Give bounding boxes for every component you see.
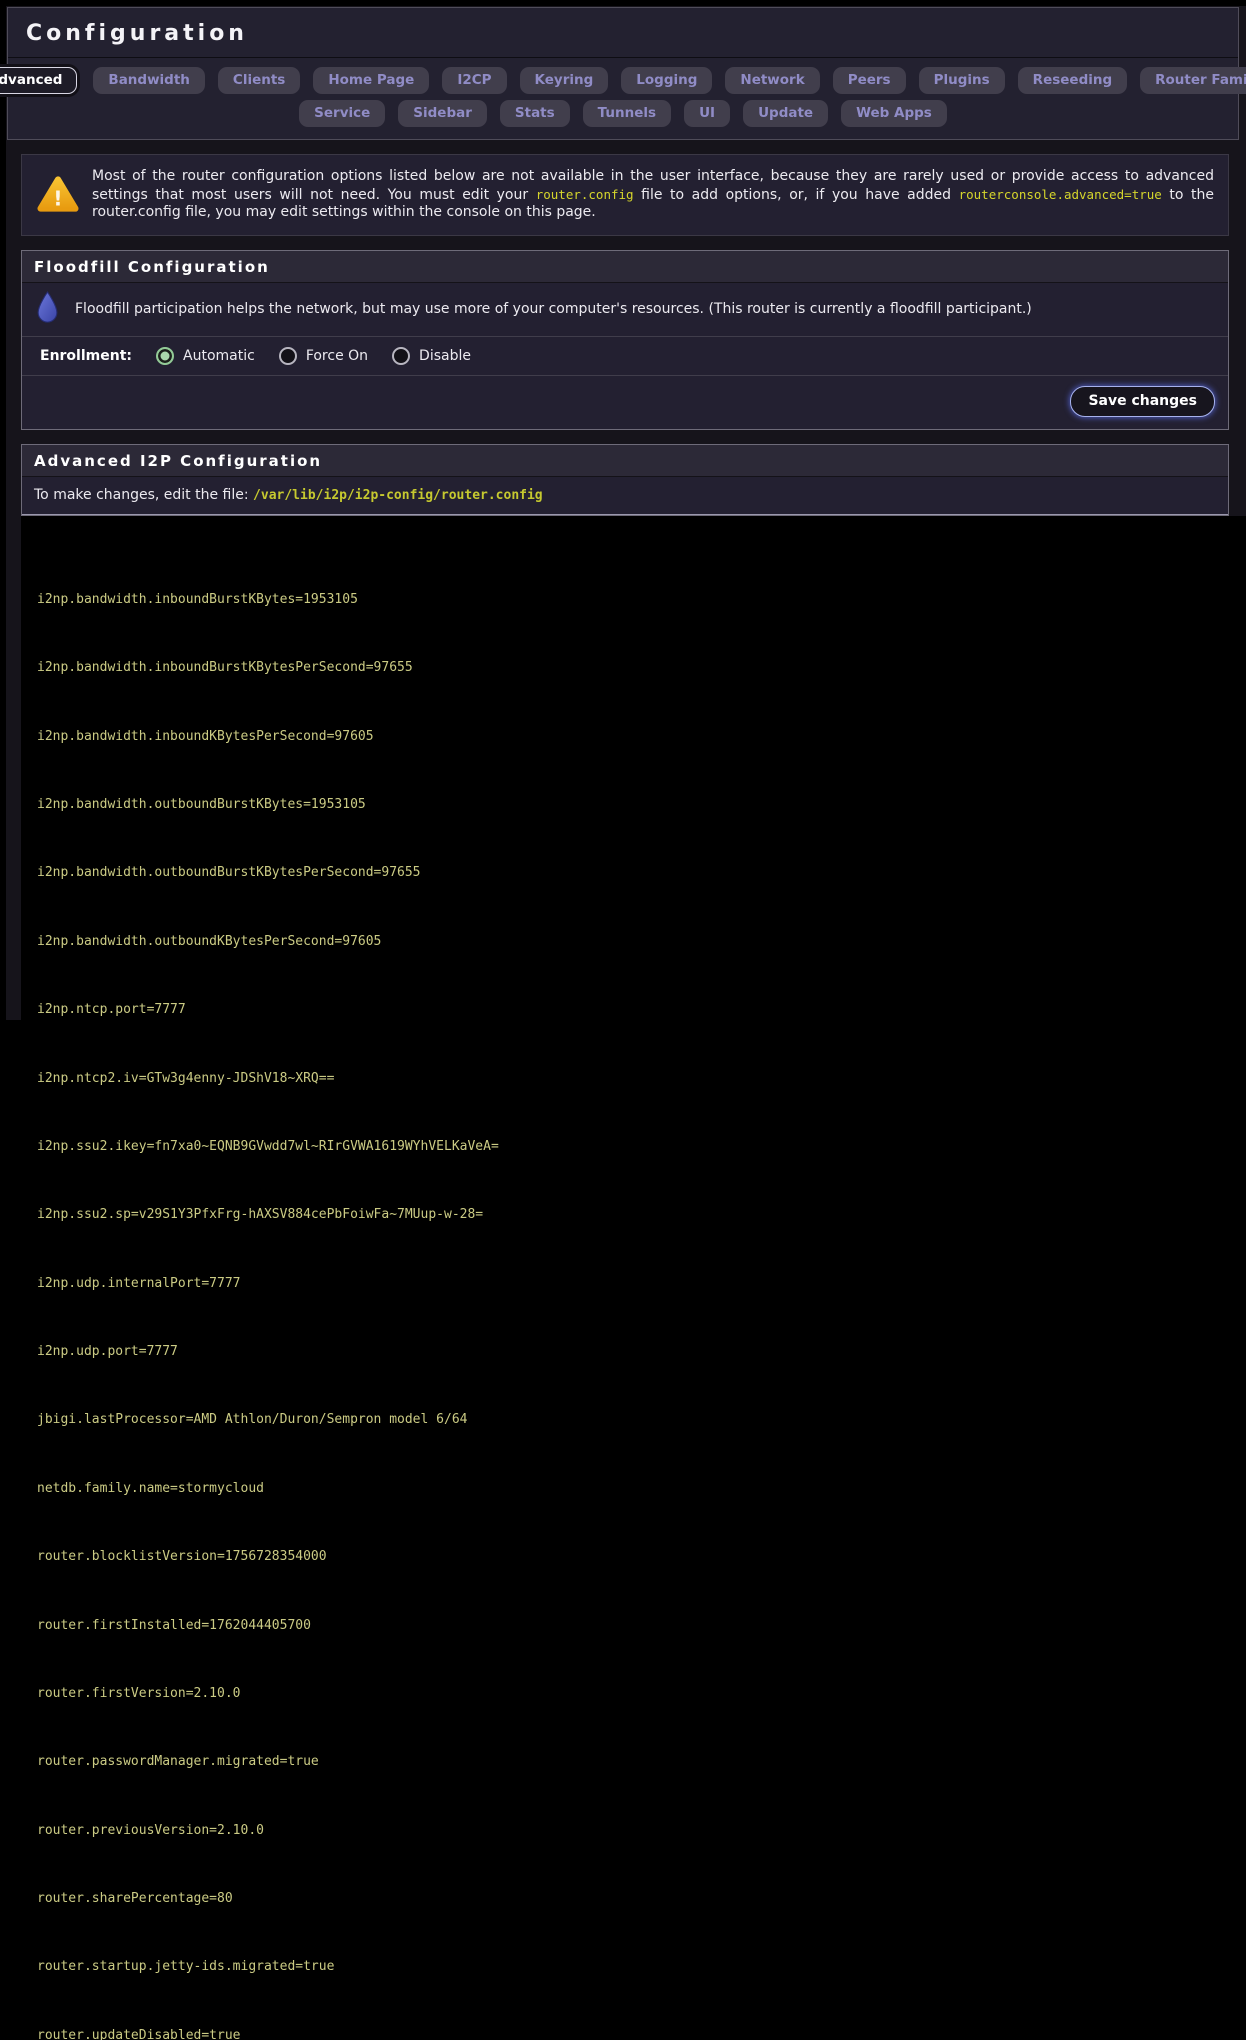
config-tab[interactable]: UI bbox=[684, 100, 730, 127]
floodfill-section-title: Floodfill Configuration bbox=[34, 258, 1216, 276]
config-line: netdb.family.name=stormycloud bbox=[37, 1480, 1246, 1497]
config-line: i2np.udp.internalPort=7777 bbox=[37, 1275, 1246, 1292]
main-content: ! Most of the router configuration optio… bbox=[21, 154, 1246, 2040]
config-tab[interactable]: Keyring bbox=[520, 67, 609, 94]
config-line: i2np.bandwidth.outboundBurstKBytesPerSec… bbox=[37, 864, 1246, 881]
config-tab[interactable]: Tunnels bbox=[583, 100, 671, 127]
config-tab[interactable]: Plugins bbox=[919, 67, 1005, 94]
config-file-row: To make changes, edit the file: /var/lib… bbox=[22, 477, 1228, 515]
config-line: router.sharePercentage=80 bbox=[37, 1890, 1246, 1907]
floodfill-info-text: Floodfill participation helps the networ… bbox=[75, 301, 1032, 317]
config-line: router.updateDisabled=true bbox=[37, 2027, 1246, 2040]
warning-message: Most of the router configuration options… bbox=[92, 168, 1214, 222]
advanced-section-header: Advanced I2P Configuration bbox=[22, 445, 1228, 477]
config-tab[interactable]: Router Family bbox=[1140, 67, 1246, 94]
config-line: i2np.bandwidth.outboundKBytesPerSecond=9… bbox=[37, 933, 1246, 950]
enrollment-row: Enrollment: Automatic Force On bbox=[22, 337, 1228, 376]
config-tab[interactable]: I2CP bbox=[442, 67, 506, 94]
config-file-prefix: To make changes, edit the file: bbox=[34, 487, 253, 503]
radio-button-icon[interactable] bbox=[279, 347, 297, 365]
config-line: router.startup.jetty-ids.migrated=true bbox=[37, 1958, 1246, 1975]
config-line: i2np.bandwidth.inboundKBytesPerSecond=97… bbox=[37, 728, 1246, 745]
config-tabs-nav: Advanced Bandwidth Clients Home Page I2C… bbox=[8, 58, 1238, 139]
svg-text:!: ! bbox=[53, 186, 62, 210]
config-tab[interactable]: Advanced bbox=[0, 67, 77, 94]
radio-button-icon[interactable] bbox=[156, 347, 174, 365]
header-panel: Configuration Advanced Bandwidth Clients… bbox=[7, 7, 1239, 140]
tab-row-1: Advanced Bandwidth Clients Home Page I2C… bbox=[18, 67, 1228, 94]
config-line: router.previousVersion=2.10.0 bbox=[37, 1822, 1246, 1839]
config-tab[interactable]: Sidebar bbox=[398, 100, 487, 127]
config-file-path: /var/lib/i2p/i2p-config/router.config bbox=[253, 488, 543, 503]
enrollment-radio-option[interactable]: Automatic bbox=[156, 347, 255, 365]
config-tab[interactable]: Web Apps bbox=[841, 100, 947, 127]
config-line: i2np.ssu2.ikey=fn7xa0~EQNB9GVwdd7wl~RIrG… bbox=[37, 1138, 1246, 1155]
title-band: Configuration bbox=[8, 8, 1238, 58]
config-line: router.firstInstalled=1762044405700 bbox=[37, 1617, 1246, 1634]
router-console-page: Configuration Advanced Bandwidth Clients… bbox=[0, 0, 1246, 1020]
warning-code-router-config: router.config bbox=[536, 187, 634, 202]
enrollment-radio-option[interactable]: Force On bbox=[279, 347, 368, 365]
config-tab[interactable]: Network bbox=[725, 67, 819, 94]
floodfill-section: Floodfill Configuration Floodfill p bbox=[21, 250, 1229, 430]
config-line: i2np.bandwidth.outboundBurstKBytes=19531… bbox=[37, 796, 1246, 813]
enrollment-radio-option[interactable]: Disable bbox=[392, 347, 471, 365]
config-tab[interactable]: Peers bbox=[833, 67, 906, 94]
enrollment-radio-group: Automatic Force On Disable bbox=[156, 347, 471, 365]
warning-text-part2: file to add options, or, if you have add… bbox=[634, 187, 959, 203]
config-line: router.firstVersion=2.10.0 bbox=[37, 1685, 1246, 1702]
warning-triangle-icon: ! bbox=[36, 168, 80, 214]
config-tab[interactable]: Bandwidth bbox=[93, 67, 205, 94]
config-tab[interactable]: Stats bbox=[500, 100, 570, 127]
save-button-row: Save changes bbox=[22, 376, 1228, 429]
config-tab[interactable]: Update bbox=[743, 100, 828, 127]
radio-button-icon[interactable] bbox=[392, 347, 410, 365]
config-line: jbigi.lastProcessor=AMD Athlon/Duron/Sem… bbox=[37, 1411, 1246, 1428]
advanced-config-section: Advanced I2P Configuration To make chang… bbox=[21, 444, 1229, 516]
config-line: i2np.bandwidth.inboundBurstKBytes=195310… bbox=[37, 591, 1246, 608]
config-line: i2np.udp.port=7777 bbox=[37, 1343, 1246, 1360]
config-line: i2np.ntcp.port=7777 bbox=[37, 1001, 1246, 1018]
water-drop-icon bbox=[34, 291, 61, 328]
config-line: i2np.bandwidth.inboundBurstKBytesPerSeco… bbox=[37, 659, 1246, 676]
save-changes-button[interactable]: Save changes bbox=[1070, 386, 1215, 417]
config-tab[interactable]: Home Page bbox=[313, 67, 429, 94]
config-line: router.passwordManager.migrated=true bbox=[37, 1753, 1246, 1770]
enrollment-label: Enrollment: bbox=[40, 348, 132, 364]
tab-row-2: Service Sidebar Stats Tunnels UI Update … bbox=[18, 100, 1228, 127]
router-config-dump: i2np.bandwidth.inboundBurstKBytes=195310… bbox=[21, 516, 1246, 2040]
config-tab[interactable]: Service bbox=[299, 100, 385, 127]
page-title: Configuration bbox=[26, 21, 1220, 46]
config-tab[interactable]: Reseeding bbox=[1018, 67, 1127, 94]
config-tab[interactable]: Clients bbox=[218, 67, 300, 94]
config-line: i2np.ntcp2.iv=GTw3g4enny-JDShV18~XRQ== bbox=[37, 1070, 1246, 1087]
radio-option-label: Disable bbox=[419, 348, 471, 364]
radio-option-label: Automatic bbox=[183, 348, 255, 364]
config-line: i2np.ssu2.sp=v29S1Y3PfxFrg-hAXSV884cePbF… bbox=[37, 1206, 1246, 1223]
floodfill-info-row: Floodfill participation helps the networ… bbox=[22, 283, 1228, 337]
advanced-section-title: Advanced I2P Configuration bbox=[34, 452, 1216, 470]
warning-code-advanced-true: routerconsole.advanced=true bbox=[959, 187, 1162, 202]
warning-box: ! Most of the router configuration optio… bbox=[21, 154, 1229, 236]
radio-option-label: Force On bbox=[306, 348, 368, 364]
config-line: router.blocklistVersion=1756728354000 bbox=[37, 1548, 1246, 1565]
floodfill-section-header: Floodfill Configuration bbox=[22, 251, 1228, 283]
config-tab[interactable]: Logging bbox=[621, 67, 712, 94]
